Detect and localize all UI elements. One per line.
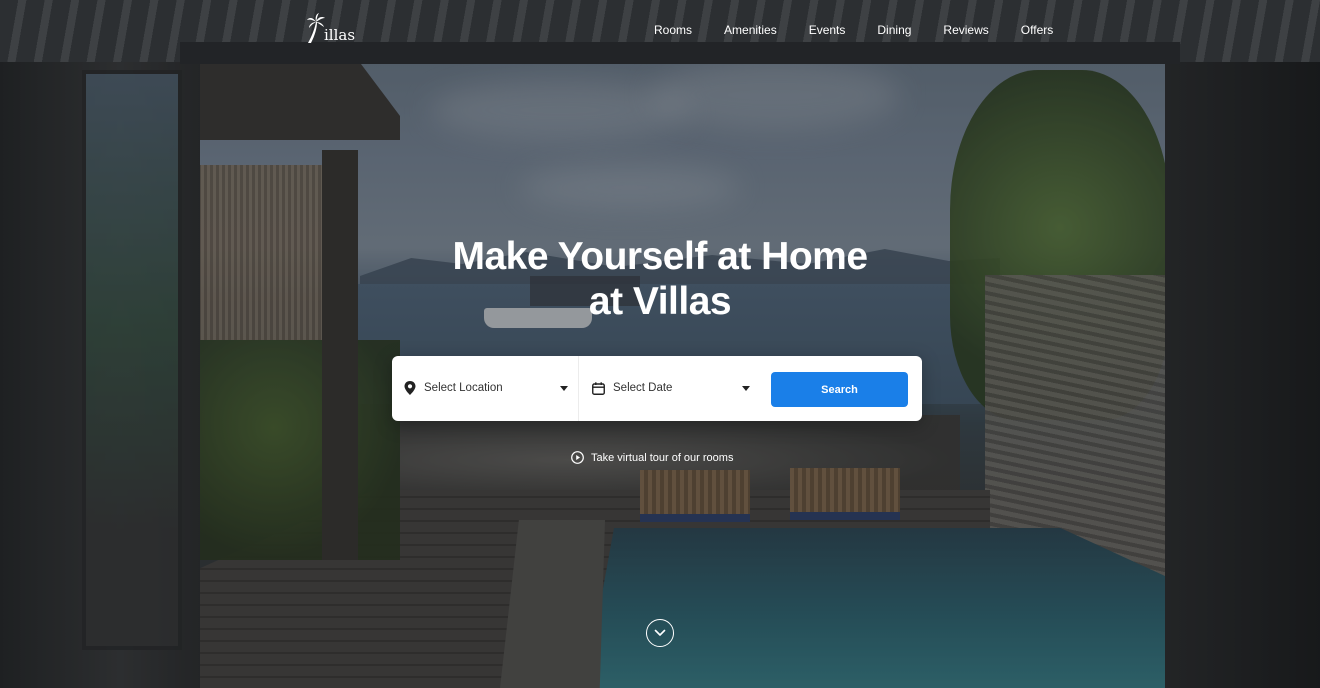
chevron-down-icon — [654, 629, 666, 636]
nav-link-events[interactable]: Events — [809, 23, 846, 37]
nav-link-dining[interactable]: Dining — [877, 23, 911, 37]
navbar: illas Rooms Amenities Events Dining Revi… — [0, 0, 1320, 60]
hero-section: illas Rooms Amenities Events Dining Revi… — [0, 0, 1320, 688]
hero-title: Make Yourself at Home at Villas — [380, 234, 940, 324]
nav-link-amenities[interactable]: Amenities — [724, 23, 777, 37]
date-select[interactable]: Select Date — [592, 370, 754, 406]
date-select-label: Select Date — [613, 382, 673, 394]
virtual-tour-label: Take virtual tour of our rooms — [591, 451, 734, 464]
chevron-down-icon — [742, 385, 750, 391]
scroll-down-button[interactable] — [646, 619, 674, 647]
hero-title-line1: Make Yourself at Home — [452, 235, 868, 278]
booking-search-bar: Select Location Select Date Search — [392, 356, 922, 421]
nav-menu: Rooms Amenities Events Dining Reviews Of… — [654, 23, 1085, 37]
divider — [578, 356, 579, 421]
overlay — [0, 0, 1320, 688]
map-pin-icon — [404, 381, 416, 395]
nav-link-reviews[interactable]: Reviews — [943, 23, 988, 37]
hero-title-line2: at Villas — [588, 280, 732, 323]
nav-link-offers[interactable]: Offers — [1021, 23, 1053, 37]
palm-tree-icon — [307, 13, 325, 43]
location-select[interactable]: Select Location — [404, 370, 572, 406]
virtual-tour-link[interactable]: Take virtual tour of our rooms — [571, 451, 733, 464]
logo-text: illas — [324, 26, 356, 44]
search-button[interactable]: Search — [771, 372, 908, 407]
calendar-icon — [592, 381, 605, 395]
nav-link-rooms[interactable]: Rooms — [654, 23, 692, 37]
chevron-down-icon — [560, 385, 568, 391]
play-circle-icon — [571, 451, 584, 464]
location-select-label: Select Location — [424, 382, 503, 394]
logo[interactable]: illas — [306, 13, 355, 45]
